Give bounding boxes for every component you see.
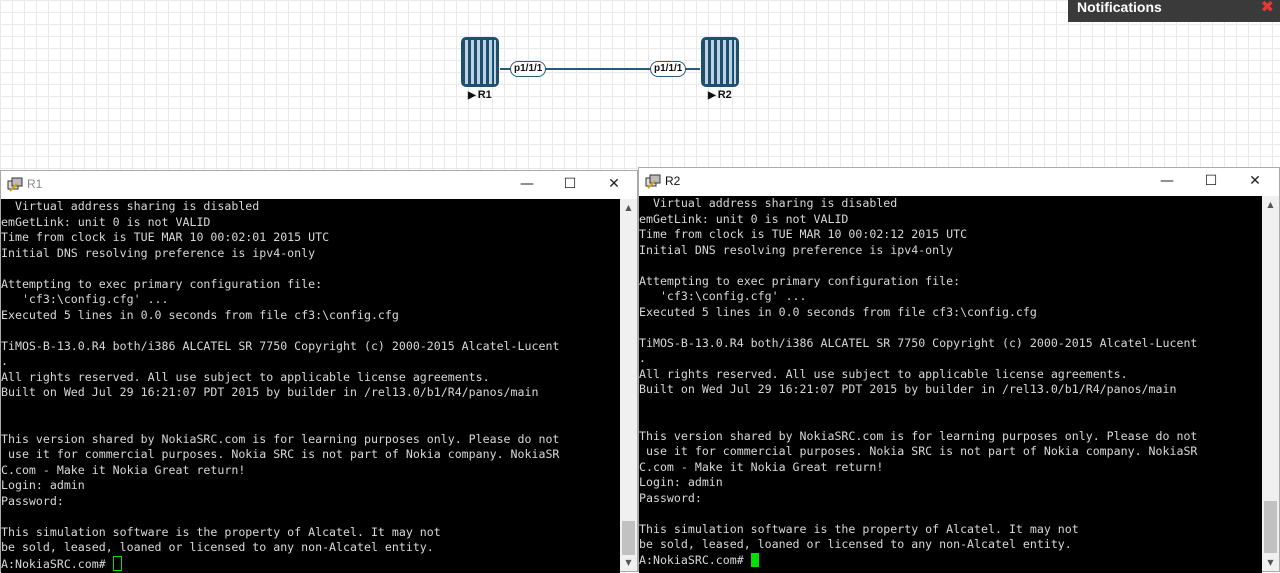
terminal-output[interactable]: Virtual address sharing is disabled emGe… [1,199,620,573]
play-icon: ▶ [468,90,476,101]
play-icon: ▶ [708,90,716,101]
terminal-line: 'cf3:\config.cfg' ... [639,289,807,303]
terminal-line: be sold, leased, loaned or licensed to a… [639,537,1072,551]
scroll-down-icon[interactable]: ▼ [1262,554,1279,571]
terminal-window-r1[interactable]: R1 — ☐ ✕ Virtual address sharing is disa… [0,170,638,573]
window-titlebar[interactable]: R2 — ☐ ✕ [639,168,1279,195]
terminal-line: be sold, leased, loaned or licensed to a… [1,540,434,554]
terminal-line: Built on Wed Jul 29 16:21:07 PDT 2015 by… [1,385,539,399]
close-button[interactable]: ✕ [1244,171,1266,191]
scrollbar[interactable]: ▲ ▼ [1262,196,1279,571]
terminal-line: This version shared by NokiaSRC.com is f… [639,428,1198,443]
terminal-window-r2[interactable]: R2 — ☐ ✕ Virtual address sharing is disa… [638,167,1280,573]
terminal-line: Time from clock is TUE MAR 10 00:02:12 2… [639,227,968,241]
router-label-r2[interactable]: ▶ R2 [708,89,732,101]
terminal-line: Built on Wed Jul 29 16:21:07 PDT 2015 by… [639,382,1177,396]
router-icon-r1[interactable] [460,36,500,88]
terminal-line: This simulation software is the property… [639,521,1079,536]
maximize-button[interactable]: ☐ [559,174,581,194]
router-icon-r2[interactable] [700,36,740,88]
terminal-line: Initial DNS resolving preference is ipv4… [639,242,954,257]
close-button[interactable]: ✕ [603,174,625,194]
terminal-line: Attempting to exec primary configuration… [1,276,323,291]
terminal-line: All rights reserved. All use subject to … [1,369,490,384]
terminal-line: Executed 5 lines in 0.0 seconds from fil… [1,307,399,322]
terminal-line: This simulation software is the property… [1,524,441,539]
terminal-cursor [112,555,122,571]
terminal-line: use it for commercial purposes. Nokia SR… [1,447,560,461]
terminal-prompt[interactable]: A:NokiaSRC.com# [639,553,751,567]
terminal-line: C.com - Make it Nokia Great return! [1,462,246,477]
close-icon[interactable]: ✖ [1261,0,1274,16]
terminal-line: C.com - Make it Nokia Great return! [639,459,884,474]
terminal-line: Executed 5 lines in 0.0 seconds from fil… [639,304,1037,319]
scroll-down-icon[interactable]: ▼ [620,554,637,571]
terminal-output[interactable]: Virtual address sharing is disabled emGe… [639,196,1262,573]
terminal-line: emGetLink: unit 0 is not VALID [639,211,849,226]
terminal-line: Login: admin [1,478,85,492]
putty-icon [645,174,661,189]
terminal-line: TiMOS-B-13.0.R4 both/i386 ALCATEL SR 775… [639,335,1198,350]
terminal-line: Password: [639,490,702,505]
terminal-text: Virtual address sharing is disabled emGe… [1,199,620,572]
terminal-line: . [639,351,646,365]
notifications-title: Notifications [1077,0,1162,15]
terminal-line: emGetLink: unit 0 is not VALID [1,214,211,229]
minimize-button[interactable]: — [1156,171,1178,191]
minimize-button[interactable]: — [516,174,538,194]
terminal-line: Login: admin [639,475,723,489]
port-label-a[interactable]: p1/1/1 [510,61,547,77]
terminal-line: TiMOS-B-13.0.R4 both/i386 ALCATEL SR 775… [1,338,560,353]
notifications-panel: Notifications ✖ [1068,0,1280,22]
maximize-button[interactable]: ☐ [1200,171,1222,191]
scroll-thumb[interactable] [622,521,635,555]
router-label-r1[interactable]: ▶ R1 [468,89,492,101]
terminal-prompt[interactable]: A:NokiaSRC.com# [1,557,113,571]
scroll-thumb[interactable] [1264,501,1277,553]
terminal-line: Virtual address sharing is disabled [639,196,898,210]
scroll-up-icon[interactable]: ▲ [1262,196,1279,213]
window-title: R1 [27,177,43,191]
terminal-line: Initial DNS resolving preference is ipv4… [1,245,316,260]
window-title: R2 [665,174,681,188]
terminal-line: All rights reserved. All use subject to … [639,366,1128,381]
terminal-cursor [750,552,759,567]
terminal-line: use it for commercial purposes. Nokia SR… [639,444,1198,458]
terminal-line: Password: [1,493,64,508]
terminal-line: Time from clock is TUE MAR 10 00:02:01 2… [1,230,330,244]
terminal-line: 'cf3:\config.cfg' ... [1,292,169,306]
putty-icon [7,177,23,192]
terminal-line: Virtual address sharing is disabled [1,199,260,213]
window-titlebar[interactable]: R1 — ☐ ✕ [1,171,637,198]
terminal-text: Virtual address sharing is disabled emGe… [639,196,1262,568]
terminal-line: . [1,354,8,368]
scroll-up-icon[interactable]: ▲ [620,199,637,216]
port-label-b[interactable]: p1/1/1 [650,61,687,77]
terminal-line: This version shared by NokiaSRC.com is f… [1,431,560,446]
terminal-line: Attempting to exec primary configuration… [639,273,961,288]
scrollbar[interactable]: ▲ ▼ [620,199,637,571]
